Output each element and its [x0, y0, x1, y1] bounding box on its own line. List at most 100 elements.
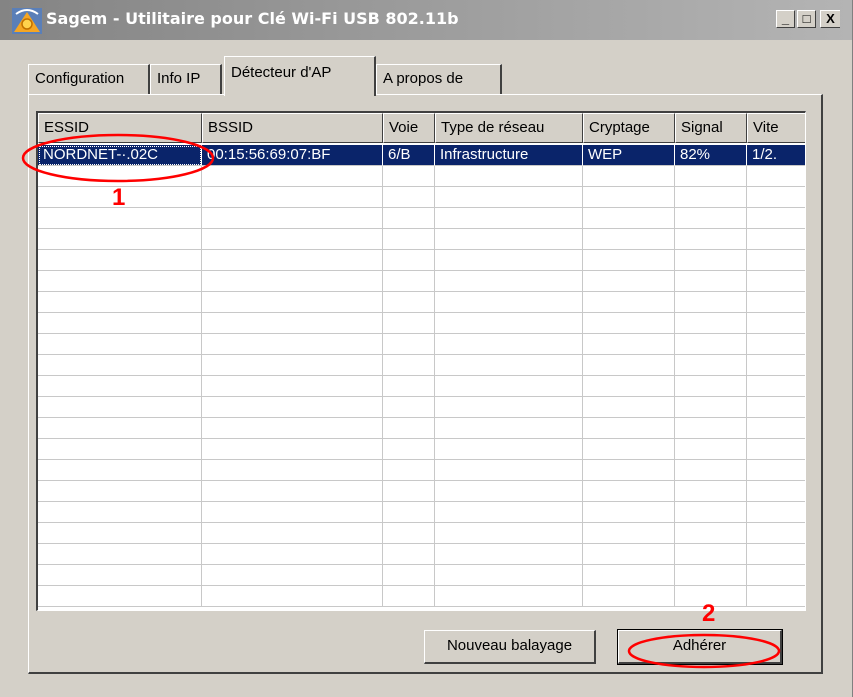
empty-cell: [202, 481, 383, 502]
empty-cell: [435, 208, 583, 229]
empty-cell: [383, 355, 435, 376]
empty-row: [38, 460, 805, 481]
empty-cell: [747, 439, 805, 460]
empty-cell: [383, 397, 435, 418]
empty-cell: [435, 544, 583, 565]
rescan-button[interactable]: Nouveau balayage: [424, 630, 596, 664]
empty-cell: [38, 313, 202, 334]
empty-cell: [675, 166, 747, 187]
empty-cell: [383, 292, 435, 313]
empty-cell: [383, 439, 435, 460]
empty-cell: [675, 334, 747, 355]
empty-cell: [675, 376, 747, 397]
empty-cell: [675, 355, 747, 376]
empty-row: [38, 355, 805, 376]
column-voie[interactable]: Voie: [383, 113, 435, 143]
empty-cell: [747, 250, 805, 271]
empty-row: [38, 250, 805, 271]
empty-cell: [202, 544, 383, 565]
empty-cell: [202, 523, 383, 544]
empty-cell: [38, 502, 202, 523]
empty-cell: [675, 439, 747, 460]
empty-row: [38, 376, 805, 397]
column-type-de-reseau[interactable]: Type de réseau: [435, 113, 583, 143]
empty-cell: [38, 250, 202, 271]
column-vitesse[interactable]: Vite: [747, 113, 805, 143]
column-signal[interactable]: Signal: [675, 113, 747, 143]
empty-cell: [435, 355, 583, 376]
empty-cell: [38, 292, 202, 313]
empty-cell: [583, 355, 675, 376]
empty-cell: [202, 586, 383, 607]
empty-cell: [202, 187, 383, 208]
empty-cell: [747, 166, 805, 187]
empty-cell: [583, 376, 675, 397]
empty-cell: [583, 250, 675, 271]
empty-cell: [383, 376, 435, 397]
empty-row: [38, 586, 805, 607]
empty-cell: [583, 439, 675, 460]
app-window: Sagem - Utilitaire pour Clé Wi-Fi USB 80…: [0, 0, 853, 697]
tab-ap-detector[interactable]: Détecteur d'AP: [224, 56, 376, 96]
cell-bssid: 00:15:56:69:07:BF: [202, 145, 383, 166]
empty-cell: [435, 187, 583, 208]
list-body: NORDNET-·.02C 00:15:56:69:07:BF 6/B Infr…: [38, 143, 805, 610]
empty-row: [38, 523, 805, 544]
maximize-button[interactable]: □: [797, 10, 816, 28]
empty-cell: [383, 523, 435, 544]
tab-configuration[interactable]: Configuration: [28, 64, 150, 94]
empty-cell: [202, 376, 383, 397]
empty-cell: [583, 271, 675, 292]
empty-cell: [202, 166, 383, 187]
empty-cell: [435, 439, 583, 460]
empty-cell: [383, 460, 435, 481]
tab-about[interactable]: A propos de: [376, 64, 502, 94]
empty-cell: [583, 397, 675, 418]
cell-voie: 6/B: [383, 145, 435, 166]
empty-row: [38, 544, 805, 565]
empty-cell: [435, 523, 583, 544]
empty-cell: [383, 229, 435, 250]
empty-cell: [435, 250, 583, 271]
cell-vitesse: 1/2.: [747, 145, 805, 166]
empty-cell: [583, 586, 675, 607]
empty-cell: [583, 523, 675, 544]
empty-cell: [747, 523, 805, 544]
empty-row: [38, 334, 805, 355]
close-button[interactable]: X: [820, 10, 840, 28]
empty-cell: [202, 250, 383, 271]
empty-cell: [675, 502, 747, 523]
empty-cell: [435, 502, 583, 523]
empty-cell: [747, 187, 805, 208]
empty-cell: [383, 271, 435, 292]
empty-cell: [675, 460, 747, 481]
empty-cell: [202, 229, 383, 250]
empty-cell: [383, 334, 435, 355]
cell-signal: 82%: [675, 145, 747, 166]
tab-info-ip[interactable]: Info IP: [150, 64, 222, 94]
empty-cell: [583, 502, 675, 523]
minimize-button[interactable]: _: [776, 10, 795, 28]
empty-cell: [583, 208, 675, 229]
empty-cell: [747, 418, 805, 439]
empty-cell: [38, 460, 202, 481]
empty-cell: [435, 271, 583, 292]
empty-cell: [675, 229, 747, 250]
empty-cell: [202, 418, 383, 439]
empty-cell: [675, 292, 747, 313]
empty-cell: [202, 460, 383, 481]
column-cryptage[interactable]: Cryptage: [583, 113, 675, 143]
empty-cell: [675, 565, 747, 586]
empty-cell: [38, 271, 202, 292]
cell-type: Infrastructure: [435, 145, 583, 166]
empty-cell: [747, 292, 805, 313]
title-bar[interactable]: Sagem - Utilitaire pour Clé Wi-Fi USB 80…: [0, 0, 852, 40]
ap-list[interactable]: ESSID BSSID Voie Type de réseau Cryptage…: [36, 111, 806, 611]
empty-row: [38, 313, 805, 334]
column-bssid[interactable]: BSSID: [202, 113, 383, 143]
empty-cell: [747, 460, 805, 481]
empty-cell: [747, 208, 805, 229]
annotation-step-1: 1: [112, 184, 126, 211]
empty-cell: [435, 166, 583, 187]
empty-cell: [747, 544, 805, 565]
